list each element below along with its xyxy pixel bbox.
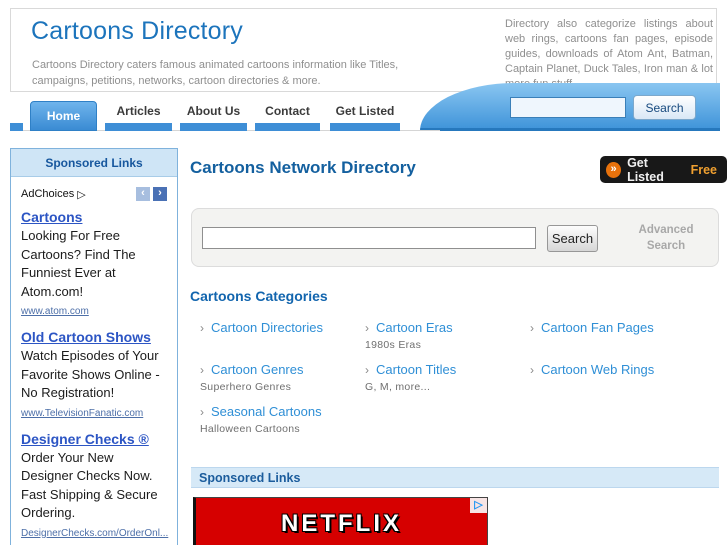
ad-title-link[interactable]: Cartoons — [21, 209, 82, 226]
category-sub-label: G, M, more... — [365, 381, 431, 393]
category-link[interactable]: Cartoon Directories — [211, 320, 323, 335]
netflix-banner-ad[interactable]: NETFLIX ▷ — [193, 497, 488, 545]
category-bullet-icon: › — [365, 363, 369, 377]
category-link[interactable]: Seasonal Cartoons — [211, 404, 322, 419]
get-listed-free-button[interactable]: » Get Listed Free — [600, 155, 727, 184]
sidebar-title: Sponsored Links — [11, 149, 177, 177]
ad-prev-icon[interactable]: ‹ — [136, 187, 150, 201]
directory-search-panel: Search Advanced Search — [191, 208, 719, 267]
category-item: › Cartoon Eras 1980s Eras — [365, 320, 525, 351]
category-bullet-icon: › — [200, 321, 204, 335]
category-item: › Cartoon Fan Pages — [530, 320, 690, 335]
ad-url-link[interactable]: DesignerChecks.com/OrderOnl... — [21, 527, 168, 540]
category-link[interactable]: Cartoon Genres — [211, 362, 304, 377]
ad-title-link[interactable]: Old Cartoon Shows — [21, 329, 151, 346]
sidebar-ad: Designer Checks ® Order Your New Designe… — [21, 431, 168, 541]
chevrons-icon: » — [606, 161, 622, 178]
category-link[interactable]: Cartoon Eras — [376, 320, 453, 335]
adchoices-icon[interactable]: ▷ — [77, 188, 85, 201]
netflix-logo: NETFLIX — [281, 510, 402, 537]
category-item: › Cartoon Genres Superhero Genres — [200, 362, 360, 393]
adchoices-row: AdChoices ▷ ‹ › — [21, 187, 167, 201]
directory-search-button[interactable]: Search — [547, 225, 598, 252]
advanced-search-link[interactable]: Advanced Search — [630, 222, 702, 254]
category-link[interactable]: Cartoon Web Rings — [541, 362, 654, 377]
ad-title-link[interactable]: Designer Checks ® — [21, 431, 149, 448]
header: Cartoons Directory Cartoons Directory ca… — [10, 8, 717, 92]
category-item: › Cartoon Web Rings — [530, 362, 690, 377]
nav-item-articles[interactable]: Articles — [105, 104, 172, 124]
nav-underline-get-listed — [330, 123, 400, 131]
sidebar-ad: Cartoons Looking For Free Cartoons? Find… — [21, 209, 167, 319]
site-title: Cartoons Directory — [31, 17, 243, 45]
category-bullet-icon: › — [200, 363, 204, 377]
nav-underline-about-us — [180, 123, 247, 131]
banner-adchoices-icon[interactable]: ▷ — [470, 498, 487, 513]
category-bullet-icon: › — [530, 321, 534, 335]
category-item: › Cartoon Directories — [200, 320, 360, 335]
sidebar-sponsored-links: Sponsored Links AdChoices ▷ ‹ › Cartoons… — [10, 148, 178, 545]
sidebar-ad: Old Cartoon Shows Watch Episodes of Your… — [21, 329, 167, 421]
top-search-input[interactable] — [510, 97, 626, 118]
category-bullet-icon: › — [365, 321, 369, 335]
nav-item-contact[interactable]: Contact — [255, 104, 320, 124]
ad-text: Looking For Free Cartoons? Find The Funn… — [21, 228, 136, 299]
category-sub-label: Halloween Cartoons — [200, 423, 300, 435]
ad-next-icon[interactable]: › — [153, 187, 167, 201]
category-link[interactable]: Cartoon Fan Pages — [541, 320, 654, 335]
category-bullet-icon: › — [200, 405, 204, 419]
nav-item-home[interactable]: Home — [30, 101, 97, 131]
site-description: Directory also categorize listings about… — [505, 18, 713, 90]
nav-underline-contact — [255, 123, 320, 131]
nav-left-stub — [10, 123, 23, 131]
sponsored-links-heading: Sponsored Links — [191, 467, 719, 488]
ad-pager: ‹ › — [136, 187, 167, 201]
nav-item-about-us[interactable]: About Us — [180, 104, 247, 124]
category-sub-label: 1980s Eras — [365, 339, 422, 351]
nav-item-get-listed[interactable]: Get Listed — [330, 104, 400, 124]
categories-heading: Cartoons Categories — [190, 288, 328, 304]
top-search-button[interactable]: Search — [633, 95, 696, 120]
category-sub-label: Superhero Genres — [200, 381, 292, 393]
get-listed-label: Get Listed — [627, 155, 664, 184]
page-title: Cartoons Network Directory — [190, 158, 416, 177]
directory-search-input[interactable] — [202, 227, 536, 249]
category-item: › Seasonal Cartoons Halloween Cartoons — [200, 404, 360, 435]
category-bullet-icon: › — [530, 363, 534, 377]
nav-underline-articles — [105, 123, 172, 131]
ad-url-link[interactable]: www.atom.com — [21, 305, 89, 318]
ad-text: Watch Episodes of Your Favorite Shows On… — [21, 348, 160, 400]
adchoices-label[interactable]: AdChoices — [21, 188, 74, 200]
get-listed-free-label: Free — [690, 162, 717, 177]
ad-url-link[interactable]: www.TelevisionFanatic.com — [21, 407, 143, 420]
sidebar-body: AdChoices ▷ ‹ › Cartoons Looking For Fre… — [11, 177, 177, 545]
category-item: › Cartoon Titles G, M, more... — [365, 362, 525, 393]
category-link[interactable]: Cartoon Titles — [376, 362, 456, 377]
page: Cartoons Directory Cartoons Directory ca… — [0, 0, 727, 545]
site-subtitle: Cartoons Directory caters famous animate… — [32, 59, 399, 87]
ad-text: Order Your New Designer Checks Now. Fast… — [21, 449, 158, 521]
